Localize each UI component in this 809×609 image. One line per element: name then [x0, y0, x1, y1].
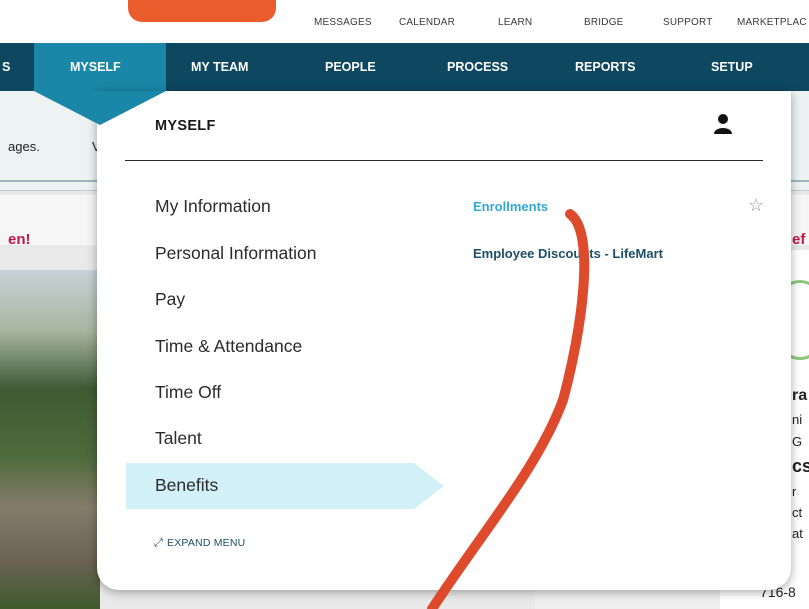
util-link-messages[interactable]: MESSAGES	[314, 17, 372, 28]
nav-item-my-team[interactable]: MY TEAM	[191, 60, 248, 74]
background-text: cs	[792, 456, 809, 476]
background-photo	[0, 270, 100, 609]
background-text: ct	[792, 505, 803, 520]
menu-item-time-off[interactable]: Time Off	[155, 382, 221, 403]
menu-item-benefits[interactable]: Benefits	[155, 475, 218, 496]
menu-divider	[125, 160, 763, 161]
util-link-marketplace[interactable]: MARKETPLAC	[737, 17, 807, 28]
menu-item-my-information[interactable]: My Information	[155, 196, 271, 217]
selected-item-pointer	[414, 463, 444, 509]
nav-item-people[interactable]: PEOPLE	[325, 60, 376, 74]
person-icon[interactable]	[713, 113, 733, 135]
background-text: ra	[792, 387, 808, 404]
menu-item-personal-information[interactable]: Personal Information	[155, 243, 316, 264]
nav-active-pointer	[34, 91, 166, 125]
background-banner-text: ef	[792, 231, 806, 248]
expand-menu-label: EXPAND MENU	[167, 537, 246, 549]
favorite-star-icon[interactable]: ☆	[748, 195, 764, 216]
util-link-bridge[interactable]: BRIDGE	[584, 17, 624, 28]
menu-item-talent[interactable]: Talent	[155, 428, 202, 449]
nav-item-setup[interactable]: SETUP	[711, 60, 753, 74]
background-text: ni	[792, 412, 803, 427]
background-text: ages.	[8, 139, 40, 154]
expand-arrows-icon: ⤢	[154, 537, 163, 549]
util-link-learn[interactable]: LEARN	[498, 17, 532, 28]
background-text: G	[792, 434, 803, 449]
expand-menu-button[interactable]: ⤢ EXPAND MENU	[154, 537, 245, 550]
sub-link-employee-discounts[interactable]: Employee Discounts - LifeMart	[473, 246, 663, 261]
sub-link-enrollments[interactable]: Enrollments	[473, 199, 548, 214]
background-text: r	[792, 484, 797, 499]
nav-item-reports[interactable]: REPORTS	[575, 60, 635, 74]
nav-item-myself[interactable]: MYSELF	[70, 60, 121, 74]
orange-tab[interactable]	[128, 0, 276, 22]
menu-item-time-attendance[interactable]: Time & Attendance	[155, 336, 302, 357]
myself-mega-menu: MYSELF My Information Personal Informati…	[97, 91, 791, 590]
util-link-support[interactable]: SUPPORT	[663, 17, 713, 28]
nav-item-partial[interactable]: S	[2, 60, 10, 74]
background-banner-text: en!	[8, 231, 31, 248]
menu-item-pay[interactable]: Pay	[155, 289, 185, 310]
nav-item-process[interactable]: PROCESS	[447, 60, 508, 74]
util-link-calendar[interactable]: CALENDAR	[399, 17, 455, 28]
utility-bar: MESSAGES CALENDAR LEARN BRIDGE SUPPORT M…	[0, 0, 809, 43]
background-text: at	[792, 526, 803, 541]
